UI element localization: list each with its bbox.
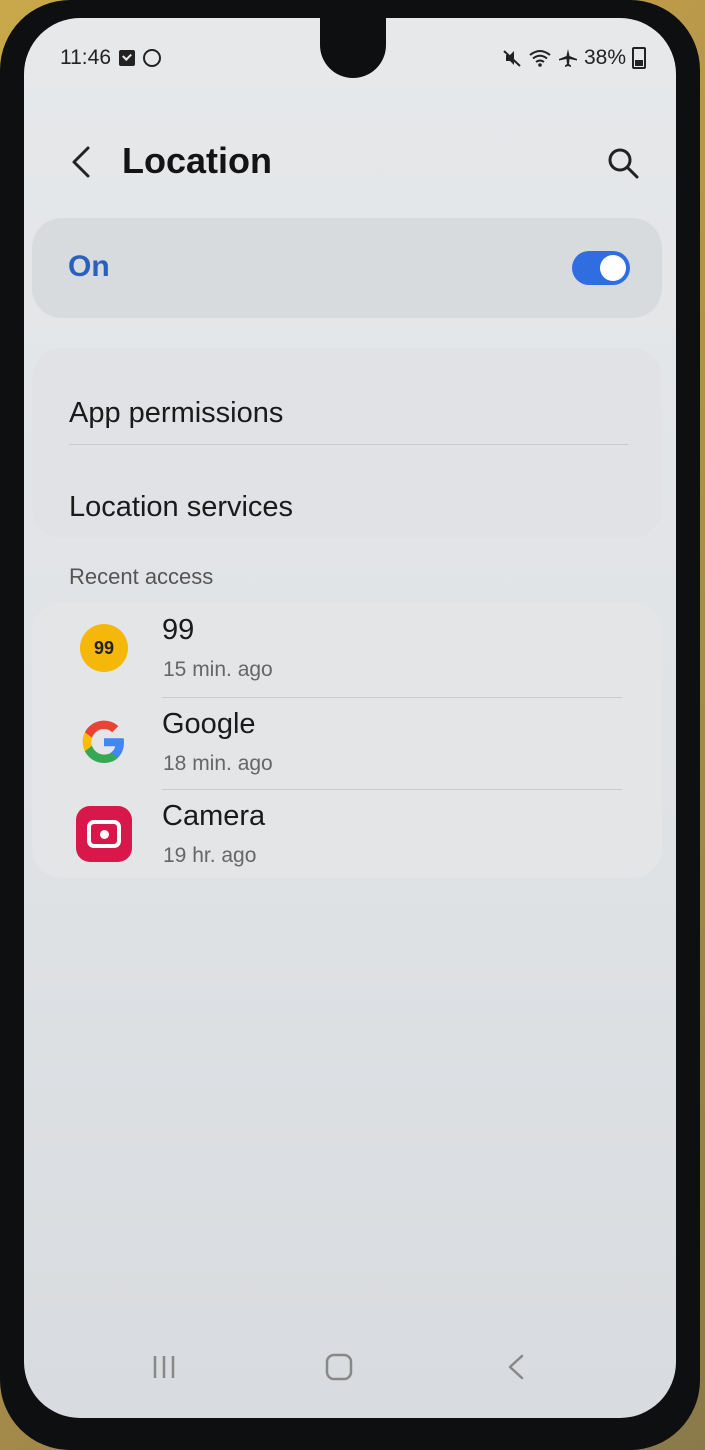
app-access-time: 18 min. ago xyxy=(163,752,273,775)
battery-icon xyxy=(632,47,646,69)
app-name: Google xyxy=(162,708,256,740)
recent-app-row-google[interactable]: Google 18 min. ago xyxy=(32,696,662,788)
google-icon xyxy=(82,720,124,763)
recent-access-header: Recent access xyxy=(69,564,214,589)
navigation-bar xyxy=(24,1344,676,1394)
location-toggle-card[interactable]: On xyxy=(32,218,662,318)
location-menu-card: App permissions Location services xyxy=(32,348,662,538)
wifi-icon xyxy=(529,50,551,67)
99-app-icon: 99 xyxy=(80,624,128,672)
app-access-time: 15 min. ago xyxy=(163,658,273,681)
recent-app-row-camera[interactable]: Camera 19 hr. ago xyxy=(32,788,662,880)
toggle-knob xyxy=(600,255,626,281)
camera-icon xyxy=(76,806,132,862)
app-access-time: 19 hr. ago xyxy=(163,844,257,867)
recent-access-card: 99 99 15 min. ago Google 18 min. ago Cam… xyxy=(32,602,662,878)
phone-frame: 11:46 38% Location On App permissions Lo… xyxy=(0,0,700,1450)
status-bar: 11:46 38% xyxy=(60,46,646,74)
app-permissions-item[interactable]: App permissions xyxy=(69,397,283,430)
page-title: Location xyxy=(122,140,272,181)
app-name: Camera xyxy=(162,800,266,832)
app-name: 99 xyxy=(162,614,195,646)
battery-percent: 38% xyxy=(583,46,626,69)
back-arrow-icon[interactable] xyxy=(66,142,96,182)
location-toggle-switch[interactable] xyxy=(572,251,630,285)
status-right: 38% xyxy=(502,46,646,70)
back-icon[interactable] xyxy=(502,1352,532,1382)
status-time: 11:46 xyxy=(60,46,111,69)
app-notification-icon xyxy=(143,49,161,67)
location-services-item[interactable]: Location services xyxy=(69,491,293,524)
mute-icon xyxy=(503,50,521,67)
status-left: 11:46 xyxy=(60,46,161,70)
search-icon[interactable] xyxy=(606,146,640,180)
recents-icon[interactable] xyxy=(149,1352,179,1382)
header: Location xyxy=(24,136,676,196)
recent-app-row-99[interactable]: 99 99 15 min. ago xyxy=(32,602,662,694)
airplane-mode-icon xyxy=(558,49,577,67)
checkbox-notification-icon xyxy=(119,50,135,66)
screen: 11:46 38% Location On App permissions Lo… xyxy=(24,18,676,1418)
home-icon[interactable] xyxy=(324,1352,354,1382)
menu-divider xyxy=(69,444,628,445)
location-toggle-label: On xyxy=(68,250,110,283)
